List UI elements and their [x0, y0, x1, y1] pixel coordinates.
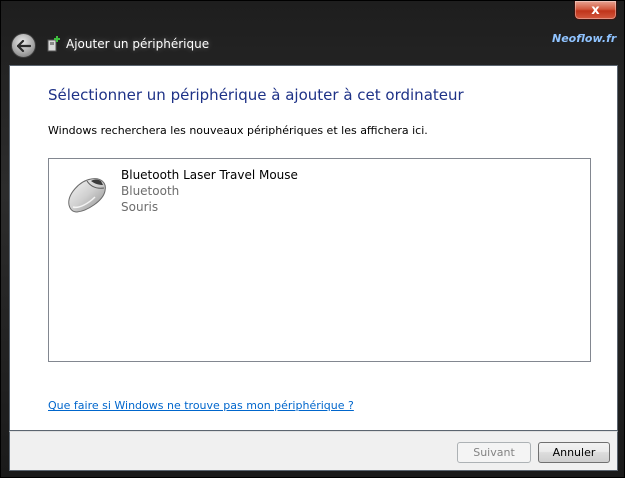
help-link[interactable]: Que faire si Windows ne trouve pas mon p… — [48, 399, 354, 412]
add-device-icon — [47, 36, 60, 52]
page-title: Sélectionner un périphérique à ajouter à… — [48, 86, 464, 104]
next-button[interactable]: Suivant — [457, 442, 531, 463]
brand-watermark: Neoflow.fr — [552, 32, 617, 45]
device-list-item[interactable]: Bluetooth Laser Travel Mouse Bluetooth S… — [59, 165, 359, 223]
device-connection-type: Bluetooth — [121, 184, 180, 198]
close-button[interactable]: x — [574, 1, 617, 20]
device-list[interactable]: Bluetooth Laser Travel Mouse Bluetooth S… — [48, 158, 591, 362]
mouse-icon — [68, 178, 106, 213]
window-title: Ajouter un périphérique — [66, 37, 210, 51]
back-button[interactable] — [11, 33, 36, 58]
dialog-window: x Ajouter un périphérique Neoflow.fr Sél… — [0, 0, 625, 478]
button-bar: Suivant Annuler — [9, 431, 618, 471]
content-panel: Sélectionner un périphérique à ajouter à… — [9, 65, 618, 431]
cancel-button[interactable]: Annuler — [538, 442, 610, 463]
back-arrow-icon — [16, 39, 31, 52]
close-icon: x — [591, 2, 600, 18]
device-category: Souris — [121, 200, 159, 214]
instruction-text: Windows recherchera les nouveaux périphé… — [48, 124, 428, 137]
device-name: Bluetooth Laser Travel Mouse — [121, 168, 298, 182]
